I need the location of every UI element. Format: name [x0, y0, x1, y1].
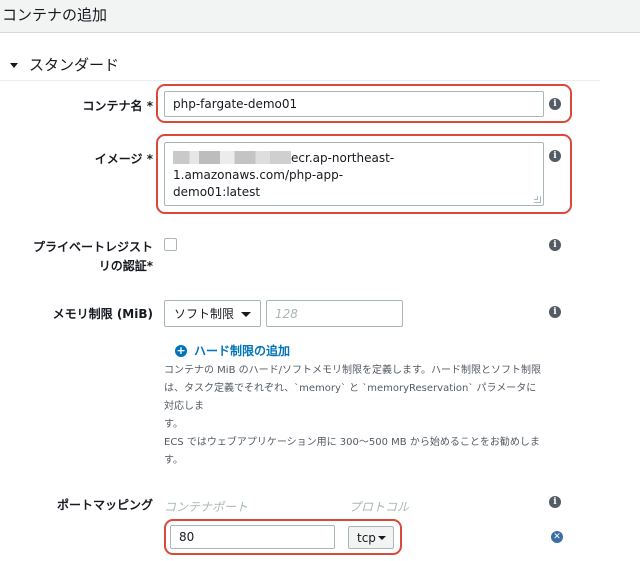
section-title: スタンダード [29, 56, 120, 74]
help-line: す。 [164, 455, 183, 466]
info-icon[interactable]: i [549, 496, 561, 508]
chevron-down-icon [241, 311, 251, 317]
help-line: は、タスク定義でそれぞれ、`memory` と `memoryReservati… [164, 383, 537, 412]
container-name-input[interactable]: php-fargate-demo01 [164, 91, 544, 117]
info-icon[interactable]: i [549, 150, 561, 162]
redacted-account-id [173, 151, 291, 164]
resize-grip-icon[interactable] [534, 196, 541, 203]
container-name-value: php-fargate-demo01 [173, 97, 298, 111]
image-textarea[interactable]: ecr.ap-northeast-1.amazonaws.com/php-app… [164, 142, 544, 206]
add-hard-limit-link[interactable]: + ハード制限の追加 [175, 342, 290, 359]
container-port-value: 80 [179, 530, 195, 544]
container-name-label: コンテナ名 * [82, 99, 153, 113]
private-registry-label-line2: リの認証* [98, 259, 153, 273]
section-divider [0, 80, 600, 81]
container-port-header: コンテナポート [164, 500, 249, 514]
memory-limit-label: メモリ制限 (MiB) [52, 307, 153, 321]
protocol-select[interactable]: tcp [348, 526, 394, 549]
help-line: ECS ではウェブアプリケーション用に 300〜500 MB から始めることをお… [164, 437, 540, 448]
info-icon[interactable]: i [549, 98, 561, 110]
page-header: コンテナの追加 [0, 0, 640, 33]
memory-help-text: コンテナの MiB のハード/ソフトメモリ制限を定義します。ハード制限とソフト制… [164, 362, 544, 470]
remove-circle-icon[interactable]: ✕ [551, 531, 563, 543]
add-hard-limit-label: ハード制限の追加 [194, 344, 291, 358]
info-icon[interactable]: i [549, 306, 561, 318]
help-line: す。 [164, 419, 183, 430]
plus-circle-icon: + [175, 343, 187, 357]
memory-limit-type-value: ソフト制限 [174, 307, 235, 321]
private-registry-checkbox[interactable] [164, 238, 177, 251]
memory-limit-type-select[interactable]: ソフト制限 [164, 300, 261, 327]
private-registry-label: プライベートレジスト リの認証* [20, 238, 153, 276]
protocol-value: tcp [357, 530, 376, 545]
image-value-line2: demo01:latest [173, 185, 261, 199]
info-icon[interactable]: i [549, 239, 561, 251]
protocol-header: プロトコル [349, 500, 410, 514]
memory-limit-input[interactable]: 128 [266, 300, 403, 327]
image-label: イメージ * [94, 152, 153, 166]
chevron-down-icon [378, 535, 386, 540]
page-title: コンテナの追加 [2, 6, 108, 24]
section-header-standard[interactable]: スタンダード [10, 54, 119, 75]
container-port-input[interactable]: 80 [170, 525, 335, 549]
private-registry-label-line1: プライベートレジスト [32, 240, 153, 254]
caret-down-icon[interactable] [10, 62, 18, 68]
help-line: コンテナの MiB のハード/ソフトメモリ制限を定義します。ハード制限とソフト制… [164, 365, 541, 376]
port-mapping-label: ポートマッピング [56, 498, 153, 512]
memory-limit-placeholder: 128 [275, 306, 298, 321]
